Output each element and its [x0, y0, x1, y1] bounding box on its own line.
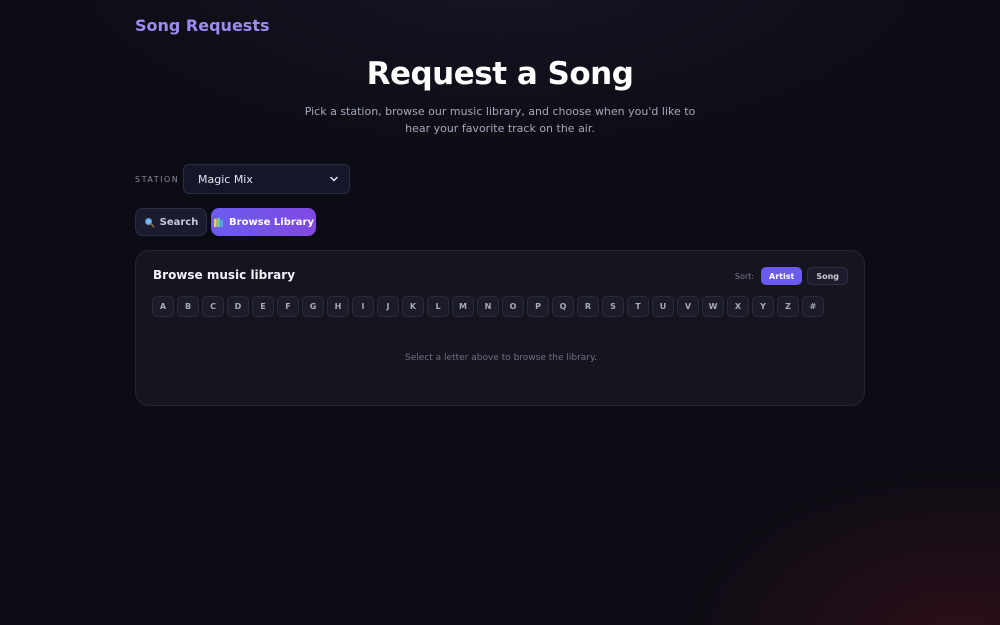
letter-button[interactable]: Q — [552, 296, 574, 317]
letter-button[interactable]: Y — [752, 296, 774, 317]
chevron-down-icon — [330, 176, 338, 182]
letter-button[interactable]: X — [727, 296, 749, 317]
letter-button[interactable]: B — [177, 296, 199, 317]
search-tab-label: Search — [159, 216, 199, 228]
station-select[interactable]: Magic Mix — [183, 164, 350, 194]
letter-button[interactable]: R — [577, 296, 599, 317]
letter-button[interactable]: K — [402, 296, 424, 317]
station-select-value: Magic Mix — [198, 172, 253, 186]
letter-button[interactable]: W — [702, 296, 724, 317]
station-label: STATION — [135, 175, 180, 184]
letter-button[interactable]: V — [677, 296, 699, 317]
letter-button[interactable]: J — [377, 296, 399, 317]
letter-button[interactable]: O — [502, 296, 524, 317]
library-panel: Browse music library Sort: Artist Song A… — [135, 250, 865, 406]
letter-button[interactable]: L — [427, 296, 449, 317]
letter-button[interactable]: D — [227, 296, 249, 317]
letter-button[interactable]: E — [252, 296, 274, 317]
letter-index: A B C D E F G H I J K L M N O P Q R S T U V W X Y Z # — [152, 296, 824, 317]
library-panel-title: Browse music library — [153, 268, 296, 282]
sort-label: Sort: — [734, 271, 755, 281]
letter-button[interactable]: A — [152, 296, 174, 317]
search-tab-button[interactable]: Search — [135, 208, 207, 236]
sort-artist-button[interactable]: Artist — [761, 267, 803, 285]
letter-button[interactable]: F — [277, 296, 299, 317]
page-subtitle: Pick a station, browse our music library… — [304, 105, 696, 135]
letter-button[interactable]: # — [802, 296, 824, 317]
letter-button[interactable]: H — [327, 296, 349, 317]
sort-control: Sort: Artist Song — [735, 267, 848, 285]
empty-state-message: Select a letter above to browse the libr… — [405, 353, 597, 363]
letter-button[interactable]: P — [527, 296, 549, 317]
page-title: Request a Song — [366, 56, 634, 92]
library-icon — [213, 217, 224, 227]
letter-button[interactable]: I — [352, 296, 374, 317]
search-icon — [144, 217, 155, 228]
browse-library-tab-label: Browse Library — [229, 216, 314, 228]
letter-button[interactable]: T — [627, 296, 649, 317]
letter-button[interactable]: G — [302, 296, 324, 317]
letter-button[interactable]: N — [477, 296, 499, 317]
letter-button[interactable]: C — [202, 296, 224, 317]
letter-button[interactable]: U — [652, 296, 674, 317]
browse-library-tab-button[interactable]: Browse Library — [211, 208, 316, 236]
letter-button[interactable]: S — [602, 296, 624, 317]
letter-button[interactable]: M — [452, 296, 474, 317]
sort-song-button[interactable]: Song — [807, 267, 848, 285]
letter-button[interactable]: Z — [777, 296, 799, 317]
brand-title[interactable]: Song Requests — [135, 16, 270, 35]
